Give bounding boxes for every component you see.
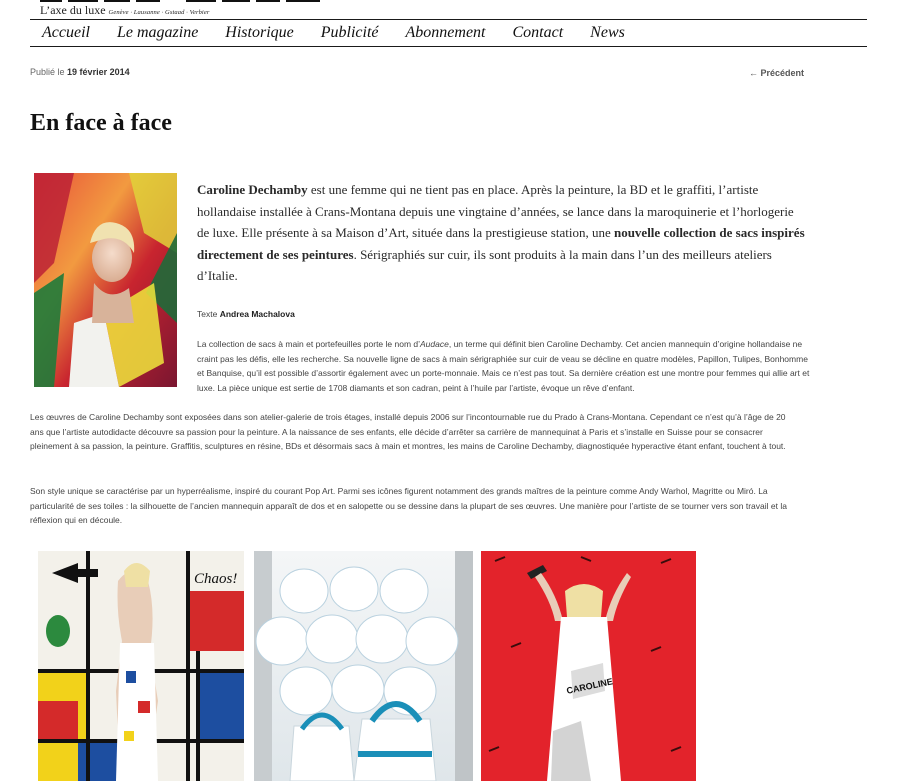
nav-item-accueil[interactable]: Accueil xyxy=(42,24,90,42)
nav-item-le-magazine[interactable]: Le magazine xyxy=(117,24,198,42)
main-nav: Accueil Le magazine Historique Publicité… xyxy=(30,19,867,47)
lead-paragraph: Caroline Dechamby est une femme qui ne t… xyxy=(197,179,809,287)
post-meta: Publié le 19 février 2014 xyxy=(30,67,130,77)
gallery-artwork-3: CAROLINE xyxy=(481,551,696,781)
gallery-image-3[interactable]: CAROLINE xyxy=(481,551,696,781)
nav-item-news[interactable]: News xyxy=(590,24,625,42)
logo-wordmark xyxy=(40,0,340,2)
tagline-cities: Genève · Lausanne · Gstaad · Verbier xyxy=(108,9,210,16)
post-title: En face à face xyxy=(30,110,172,136)
site-tagline: L’axe du luxe Genève · Lausanne · Gstaad … xyxy=(40,3,209,18)
previous-post-link[interactable]: ← Précédent xyxy=(749,68,804,78)
body-paragraph-3: Son style unique se caractérise par un h… xyxy=(30,486,787,525)
gallery-image-2[interactable] xyxy=(254,551,473,781)
gallery-artwork-1: Chaos! xyxy=(38,551,244,781)
nav-item-contact[interactable]: Contact xyxy=(513,24,564,42)
para1-italic: Audace xyxy=(420,339,449,349)
nav-item-historique[interactable]: Historique xyxy=(225,24,293,42)
chaos-text: Chaos! xyxy=(194,571,237,587)
gallery-artwork-2 xyxy=(254,551,473,781)
published-prefix: Publié le xyxy=(30,67,65,77)
credit-prefix: Texte xyxy=(197,309,218,319)
body-paragraph-2: Les œuvres de Caroline Dechamby sont exp… xyxy=(30,412,786,451)
body-paragraph-1: La collection de sacs à main et portefeu… xyxy=(197,337,812,395)
nav-item-publicite[interactable]: Publicité xyxy=(321,24,379,42)
para1-a: La collection de sacs à main et portefeu… xyxy=(197,339,421,349)
tagline-main: L’axe du luxe xyxy=(40,3,106,17)
author-credit: Texte Andrea Machalova xyxy=(197,309,295,319)
gallery-image-1[interactable]: Chaos! xyxy=(38,551,244,781)
feature-artwork xyxy=(34,173,177,387)
credit-author: Andrea Machalova xyxy=(219,309,295,319)
feature-image[interactable] xyxy=(34,173,177,387)
nav-item-abonnement[interactable]: Abonnement xyxy=(406,24,486,42)
lead-artist-name: Caroline Dechamby xyxy=(197,182,308,197)
published-date[interactable]: 19 février 2014 xyxy=(67,67,130,77)
